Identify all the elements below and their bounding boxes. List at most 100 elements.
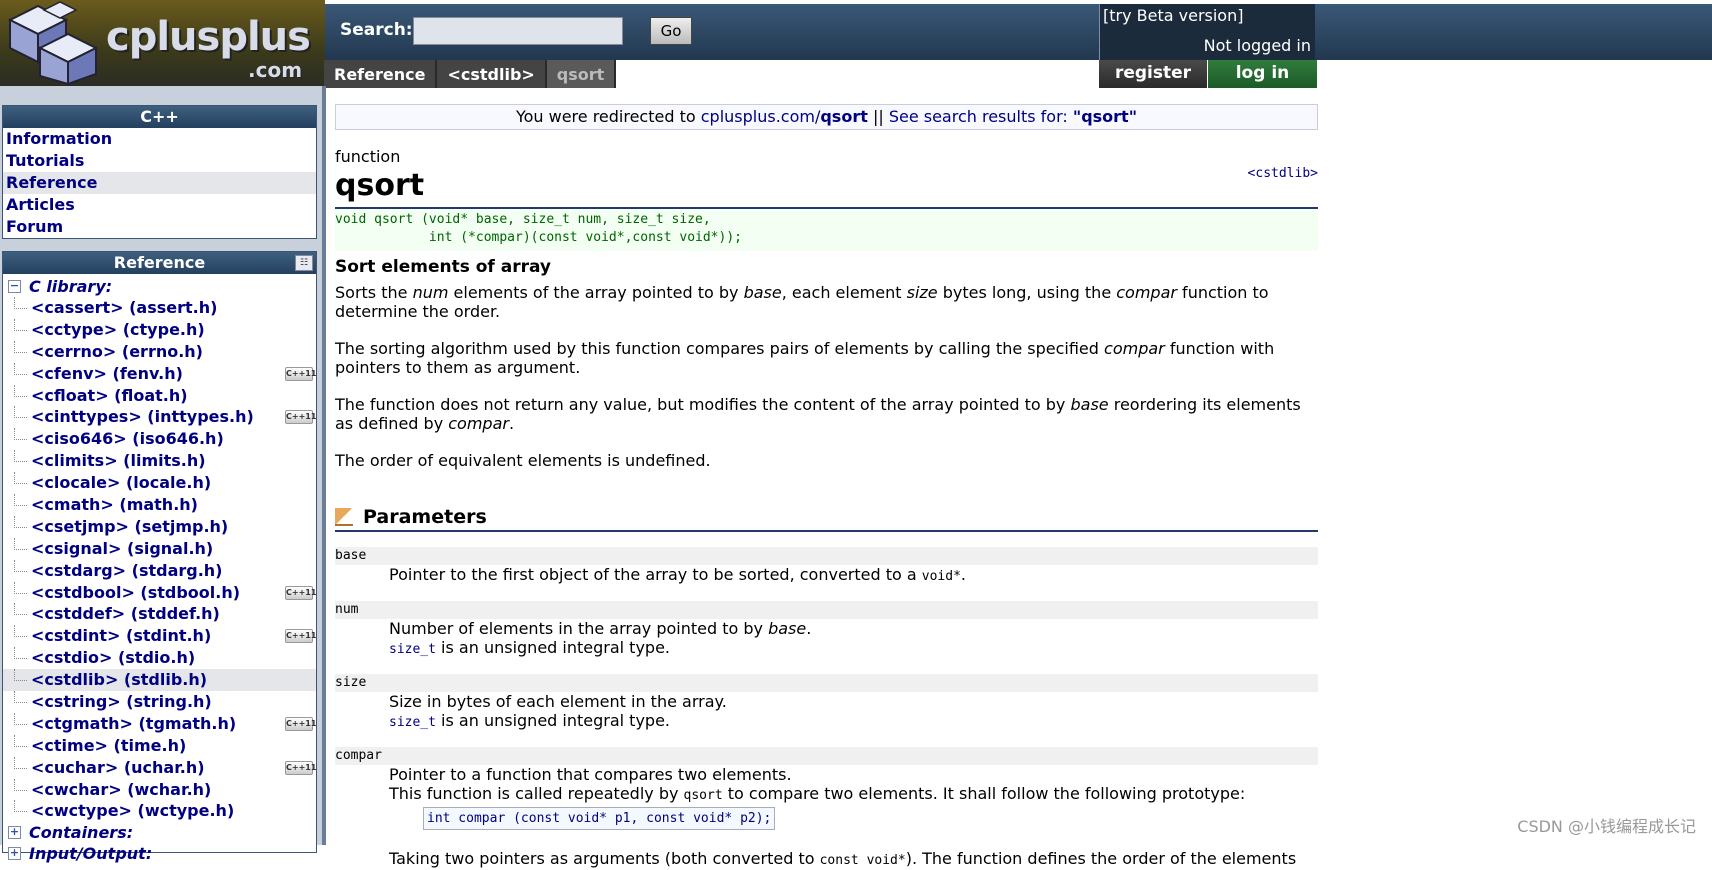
size-t-link[interactable]: size_t [389,715,436,730]
reference-tree-box: Reference ☷ − C library: <cassert> (asse… [2,251,317,863]
tree-item[interactable]: <cstdint> (stdint.h) C++11 [3,625,316,647]
tree-item[interactable]: <cstdio> (stdio.h) [3,647,316,669]
redirect-link-bold: qsort [820,107,868,126]
search-input[interactable] [413,17,623,45]
tree-item[interactable]: <cfenv> (fenv.h) C++11 [3,362,316,385]
reference-tree: − C library: <cassert> (assert.h) <cctype… [3,274,316,864]
tree-branch-line [14,559,27,572]
redirect-link[interactable]: cplusplus.com/qsort [701,107,868,126]
cxx11-badge-icon: C++11 [285,716,316,731]
reference-tree-title-text: Reference [113,253,206,272]
tree-branch-line [14,603,27,616]
tree-item[interactable]: <ciso646> (iso646.h) [3,428,316,450]
tree-item-label: <cstdint> (stdint.h) [31,626,212,646]
tree-branch-line [14,406,27,419]
nav-tutorials[interactable]: Tutorials [3,150,316,172]
tree-item-label: <cwctype> (wctype.h) [31,801,235,821]
collapse-icon[interactable]: − [8,280,21,293]
expand-icon[interactable]: + [8,826,21,840]
description-paragraph-1: Sorts the num elements of the array poin… [335,283,1269,321]
tree-item[interactable]: <cfloat> (float.h) [3,384,316,407]
param-name: compar [335,747,1318,765]
tree-item[interactable]: <cstddef> (stddef.h) [3,603,316,625]
tree-item[interactable]: <cwchar> (wchar.h) [3,778,316,801]
main-content: You were redirected to cplusplus.com/qso… [335,104,1318,870]
nav-reference[interactable]: Reference [3,172,316,194]
tree-item-label: <cinttypes> (inttypes.h) [31,407,254,427]
tree-item[interactable]: <cassert> (assert.h) [3,297,316,319]
tree-category-label: Input/Output: [29,844,153,864]
logo-text: cplusplus [106,14,311,60]
param-num: num Number of elements in the array poin… [335,601,1318,659]
redirect-link-text: cplusplus.com/ [700,107,821,126]
site-logo[interactable]: cplusplus .com [0,0,325,86]
tree-item-label: <cstring> (string.h) [31,692,212,712]
tree-branch-line [14,340,27,353]
tree-item[interactable]: <ctime> (time.h) [3,734,316,757]
search-results-link[interactable]: See search results for: "qsort" [889,107,1137,126]
search-label: Search: [340,20,413,40]
tree-branch-line [14,450,27,463]
tree-branch-line [14,384,27,397]
tree-item[interactable]: <cinttypes> (inttypes.h) C++11 [3,406,316,428]
tree-category-c-library[interactable]: − C library: [3,276,316,297]
tree-branch-line [14,472,27,485]
tree-item[interactable]: <csignal> (signal.h) [3,537,316,560]
tree-item-label: <cfenv> (fenv.h) [31,363,183,383]
tree-branch-line [14,800,27,813]
tree-items: <cassert> (assert.h) <cctype> (ctype.h) <c… [3,297,316,822]
tree-category-io[interactable]: + Input/Output: [3,843,316,864]
tree-item[interactable]: <cmath> (math.h) [3,494,316,516]
cxx11-badge-icon: C++11 [285,629,316,644]
param-name: base [335,547,1318,565]
tree-branch-line [14,318,27,331]
reference-tree-title: Reference ☷ [3,252,316,274]
tree-item[interactable]: <cstdbool> (stdbool.h) C++11 [3,581,316,604]
watermark: CSDN @小钱编程成长记 [1517,817,1696,836]
cxx11-badge-icon: C++11 [285,585,316,600]
tree-item[interactable]: <ctgmath> (tgmath.h) C++11 [3,712,316,735]
tree-item[interactable]: <cstdlib> (stdlib.h) [3,669,316,692]
expand-icon[interactable]: + [8,847,21,861]
tree-item-label: <cerrno> (errno.h) [31,341,203,361]
header-link[interactable]: <cstdlib> [1248,166,1318,181]
login-button[interactable]: log in [1208,60,1317,88]
toggle-view-icon[interactable]: ☷ [295,255,313,271]
tree-item[interactable]: <clocale> (locale.h) [3,472,316,494]
tree-item[interactable]: <csetjmp> (setjmp.h) [3,515,316,538]
param-name: num [335,601,1318,619]
breadcrumb-cstdlib[interactable]: <cstdlib> [437,60,547,88]
tree-branch-line [14,669,27,682]
param-name: size [335,674,1318,692]
tree-item[interactable]: <cstring> (string.h) [3,691,316,713]
tree-item[interactable]: <climits> (limits.h) [3,450,316,472]
search-results-text: See search results for: [888,107,1073,126]
tree-item[interactable]: <cerrno> (errno.h) [3,340,316,363]
search-go-button[interactable]: Go [650,17,692,45]
prototype-line-2: int (*compar)(const void*,const void*)); [335,230,742,245]
breadcrumb-qsort: qsort [546,60,617,88]
beta-version-link[interactable]: [try Beta version] [1103,6,1243,25]
tree-branch-line [14,581,27,594]
short-description: Sort elements of array [335,257,552,277]
tree-item[interactable]: <cwctype> (wctype.h) [3,800,316,822]
cxx11-badge-icon: C++11 [285,410,316,425]
tree-item[interactable]: <cuchar> (uchar.h) C++11 [3,756,316,779]
login-status: Not logged in [1203,36,1311,55]
function-prototype: void qsort (void* base, size_t num, size… [335,209,1318,251]
search-term: "qsort" [1072,107,1138,126]
cubes-logo-icon [7,1,99,86]
nav-articles[interactable]: Articles [3,194,316,216]
tree-item[interactable]: <cctype> (ctype.h) [3,318,316,341]
tree-item-label: <cassert> (assert.h) [31,298,218,317]
size-t-link[interactable]: size_t [389,642,436,657]
cpp-nav-title: C++ [3,106,316,128]
breadcrumb-reference[interactable]: Reference [324,60,438,88]
nav-forum[interactable]: Forum [3,216,316,238]
nav-information[interactable]: Information [3,128,316,150]
compar-prototype-code: int compar (const void* p1, const void* … [423,807,776,830]
tree-category-containers[interactable]: + Containers: [3,822,316,843]
tree-item[interactable]: <cstdarg> (stdarg.h) [3,559,316,582]
entity-kind: function [335,147,401,166]
register-button[interactable]: register [1099,60,1207,88]
